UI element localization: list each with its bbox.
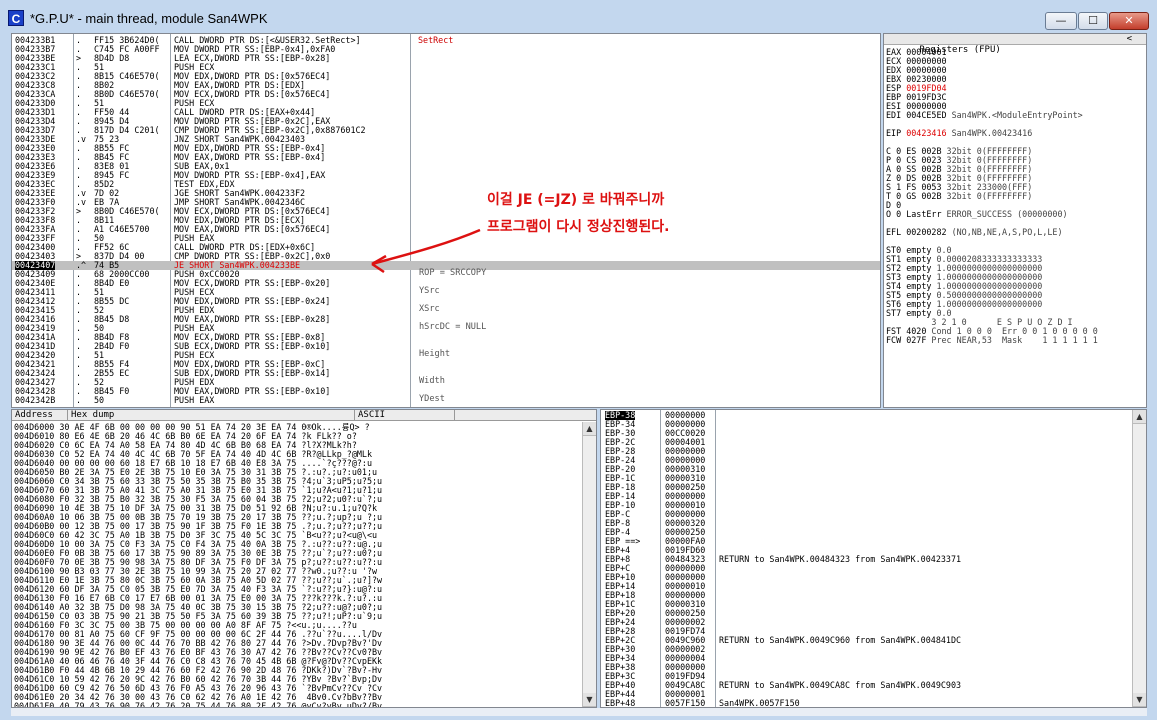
disassembly-row[interactable]: 004233D0. 51 PUSH ECX: [12, 99, 880, 108]
address-column-header[interactable]: Address: [12, 410, 68, 421]
branch-mark: .: [76, 395, 82, 405]
register-value: 00423416: [906, 128, 947, 138]
register-line[interactable]: T 0 GS 002B 32bit 0(FFFFFFFF): [886, 192, 1098, 201]
stack-value: 0057F150: [665, 698, 706, 708]
column-divider: [660, 410, 661, 707]
register-line[interactable]: FCW 027F Prec NEAR,53 Mask 1 1 1 1 1 1: [886, 336, 1098, 345]
call-info-item: Width: [419, 376, 445, 386]
call-info-item: YSrc: [419, 286, 440, 296]
disassembly-row[interactable]: 004233D7. 817D D4 C201(CMP DWORD PTR SS:[…: [12, 126, 880, 135]
disassembly-row[interactable]: 004233D1. FF50 44 CALL DWORD PTR DS:[EAX+0…: [12, 108, 880, 117]
register-extra: San4WPK.<ModuleEntryPoint>: [951, 110, 1083, 120]
annotation-line-1: 이걸 JE (=JZ) 로 바꿔주니까: [487, 192, 665, 208]
scroll-down-icon[interactable]: ▼: [583, 693, 596, 707]
comment-cell: SetRect: [418, 35, 454, 45]
disassembly-pane[interactable]: 004233B1. FF15 3B624D0(CALL DWORD PTR DS:…: [11, 33, 881, 408]
register-line[interactable]: EFL 00200282 (NO,NB,NE,A,S,PO,L,LE): [886, 228, 1098, 237]
register-extra: 32bit 0(FFFFFFFF): [946, 191, 1033, 201]
disassembly-row[interactable]: 004233CA. 8B0D C46E570(MOV ECX,DWORD PTR …: [12, 90, 880, 99]
scroll-up-icon[interactable]: ▲: [1133, 410, 1146, 424]
call-info-item: XSrc: [419, 304, 440, 314]
disassembly-row[interactable]: 004233E3. 8B45 FC MOV EAX,DWORD PTR SS:[EB…: [12, 153, 880, 162]
ascii-column-header[interactable]: ASCII: [355, 410, 455, 421]
call-info-panel: ROP = SRCCOPY YSrc XSrc hSrcDC = NULL Height…: [412, 264, 880, 407]
call-info-item: YDest: [419, 394, 445, 404]
call-info-item: hSrcDC = NULL: [419, 322, 487, 332]
stack-comment: RETURN to San4WPK.00484323 from San4WPK.…: [719, 554, 962, 564]
maximize-button[interactable]: ☐: [1078, 12, 1108, 30]
call-info-item: Height: [419, 349, 451, 359]
register-value: LastErr: [906, 209, 942, 219]
register-line[interactable]: EIP 00423416 San4WPK.00423416: [886, 129, 1098, 138]
disassembly-row[interactable]: 004233E0. 8B55 FC MOV EDX,DWORD PTR SS:[EB…: [12, 144, 880, 153]
disassembly-row[interactable]: 004233F2 >8B0D C46E570(MOV ECX,DWORD PTR …: [12, 207, 880, 216]
register-value: 00200282: [906, 227, 947, 237]
stack-comment: RETURN to San4WPK.0049CA8C from San4WPK.…: [719, 680, 962, 690]
register-value: 004CE5ED: [906, 110, 947, 120]
stack-comment: San4WPK.0057F150: [719, 698, 800, 708]
stack-offset: EBP+48: [605, 698, 636, 708]
dump-scrollbar[interactable]: ▲ ▼: [582, 422, 596, 707]
register-extra: San4WPK.00423416: [951, 128, 1033, 138]
call-info-item: ROP = SRCCOPY: [419, 268, 487, 278]
registers-header[interactable]: Registers (FPU) <: [884, 34, 1146, 55]
disassembly-row[interactable]: 004233E6. 83E8 01 SUB EAX,0x1: [12, 162, 880, 171]
minimize-button[interactable]: —: [1045, 12, 1077, 30]
app-icon: C: [8, 10, 24, 26]
title-bar[interactable]: C *G.P.U* - main thread, module San4WPK …: [0, 0, 1157, 32]
register-extra: ERROR_SUCCESS (00000000): [946, 209, 1068, 219]
register-extra: 1.0000000000000000000: [936, 299, 1043, 309]
column-divider: [715, 410, 716, 707]
hex-dump-pane[interactable]: Address Hex dump ASCII 004D6000 30 AE 4F…: [11, 409, 597, 708]
disassembly-row[interactable]: 004233EC. 85D2 TEST EDX,EDX: [12, 180, 880, 189]
disassembly-row[interactable]: 004233E9. 8945 FC MOV DWORD PTR SS:[EBP-0x…: [12, 171, 880, 180]
stack-comment: RETURN to San4WPK.0049C960 from San4WPK.…: [719, 635, 962, 645]
register-line[interactable]: EDI 004CE5ED San4WPK.<ModuleEntryPoint>: [886, 111, 1098, 120]
annotation-text: 이걸 JE (=JZ) 로 바꿔주니까 프로그램이 다시 정상진행된다.: [487, 187, 670, 241]
scroll-up-icon[interactable]: ▲: [583, 422, 596, 436]
window-title: *G.P.U* - main thread, module San4WPK: [30, 11, 268, 26]
disassembly-row[interactable]: 004233EE .v 7D 02 JGE SHORT San4WPK.004233F…: [12, 189, 880, 198]
stack-scrollbar[interactable]: ▲ ▼: [1132, 410, 1146, 707]
disassembly-row[interactable]: 00423403 >837D D4 00 CMP DWORD PTR SS:[EBP…: [12, 252, 880, 261]
register-list: EAX 00004001 ECX 00000000 EDX 00000000 E…: [886, 48, 1098, 345]
collapse-icon[interactable]: <: [1127, 34, 1132, 45]
disassembly-row[interactable]: 004233C2. 8B15 C46E570(MOV EDX,DWORD PTR …: [12, 72, 880, 81]
hex-bytes-cell: 50: [94, 395, 105, 405]
register-name: FCW: [886, 335, 902, 345]
register-value: GS 002B: [906, 191, 942, 201]
scroll-down-icon[interactable]: ▼: [1133, 693, 1146, 707]
debugger-window: C *G.P.U* - main thread, module San4WPK …: [0, 0, 1157, 720]
disassembly-row[interactable]: 004233FA. A1 C46E5700 MOV EAX,DWORD PTR DS…: [12, 225, 880, 234]
dump-rows: 004D6000 30 AE 4F 6B 00 00 00 00 90 51 E…: [14, 423, 382, 708]
address-cell: 0042342B: [15, 395, 56, 405]
disassembly-row[interactable]: 004233DE .v 75 23 JNZ SHORT San4WPK.0042340…: [12, 135, 880, 144]
annotation-line-2: 프로그램이 다시 정상진행된다.: [487, 219, 670, 235]
disassembly-row[interactable]: 004233B7. C745 FC A00FF MOV DWORD PTR SS:[…: [12, 45, 880, 54]
register-line[interactable]: O 0 LastErr ERROR_SUCCESS (00000000): [886, 210, 1098, 219]
disassembly-row[interactable]: 004233FF. 50 PUSH EAX: [12, 234, 880, 243]
horizontal-scrollbar[interactable]: [11, 708, 1147, 716]
stack-pane[interactable]: EBP-38 00000000 EBP-34 00000000 EBP-30 00CC00…: [600, 409, 1147, 708]
register-extra: (NO,NB,NE,A,S,PO,L,LE): [951, 227, 1063, 237]
registers-pane[interactable]: Registers (FPU) < EAX 00004001 ECX 00000…: [883, 33, 1147, 408]
dump-header: Address Hex dump ASCII: [12, 410, 596, 421]
close-button[interactable]: ✕: [1109, 12, 1149, 30]
register-extra: Prec NEAR,53 Mask 1 1 1 1 1 1: [931, 335, 1098, 345]
hex-column-header[interactable]: Hex dump: [68, 410, 355, 421]
disassembly-row[interactable]: 004233BE >8D4D D8 LEA ECX,DWORD PTR SS:[EB…: [12, 54, 880, 63]
register-value: 027F: [906, 335, 927, 345]
instruction-cell: PUSH EAX: [174, 395, 215, 405]
